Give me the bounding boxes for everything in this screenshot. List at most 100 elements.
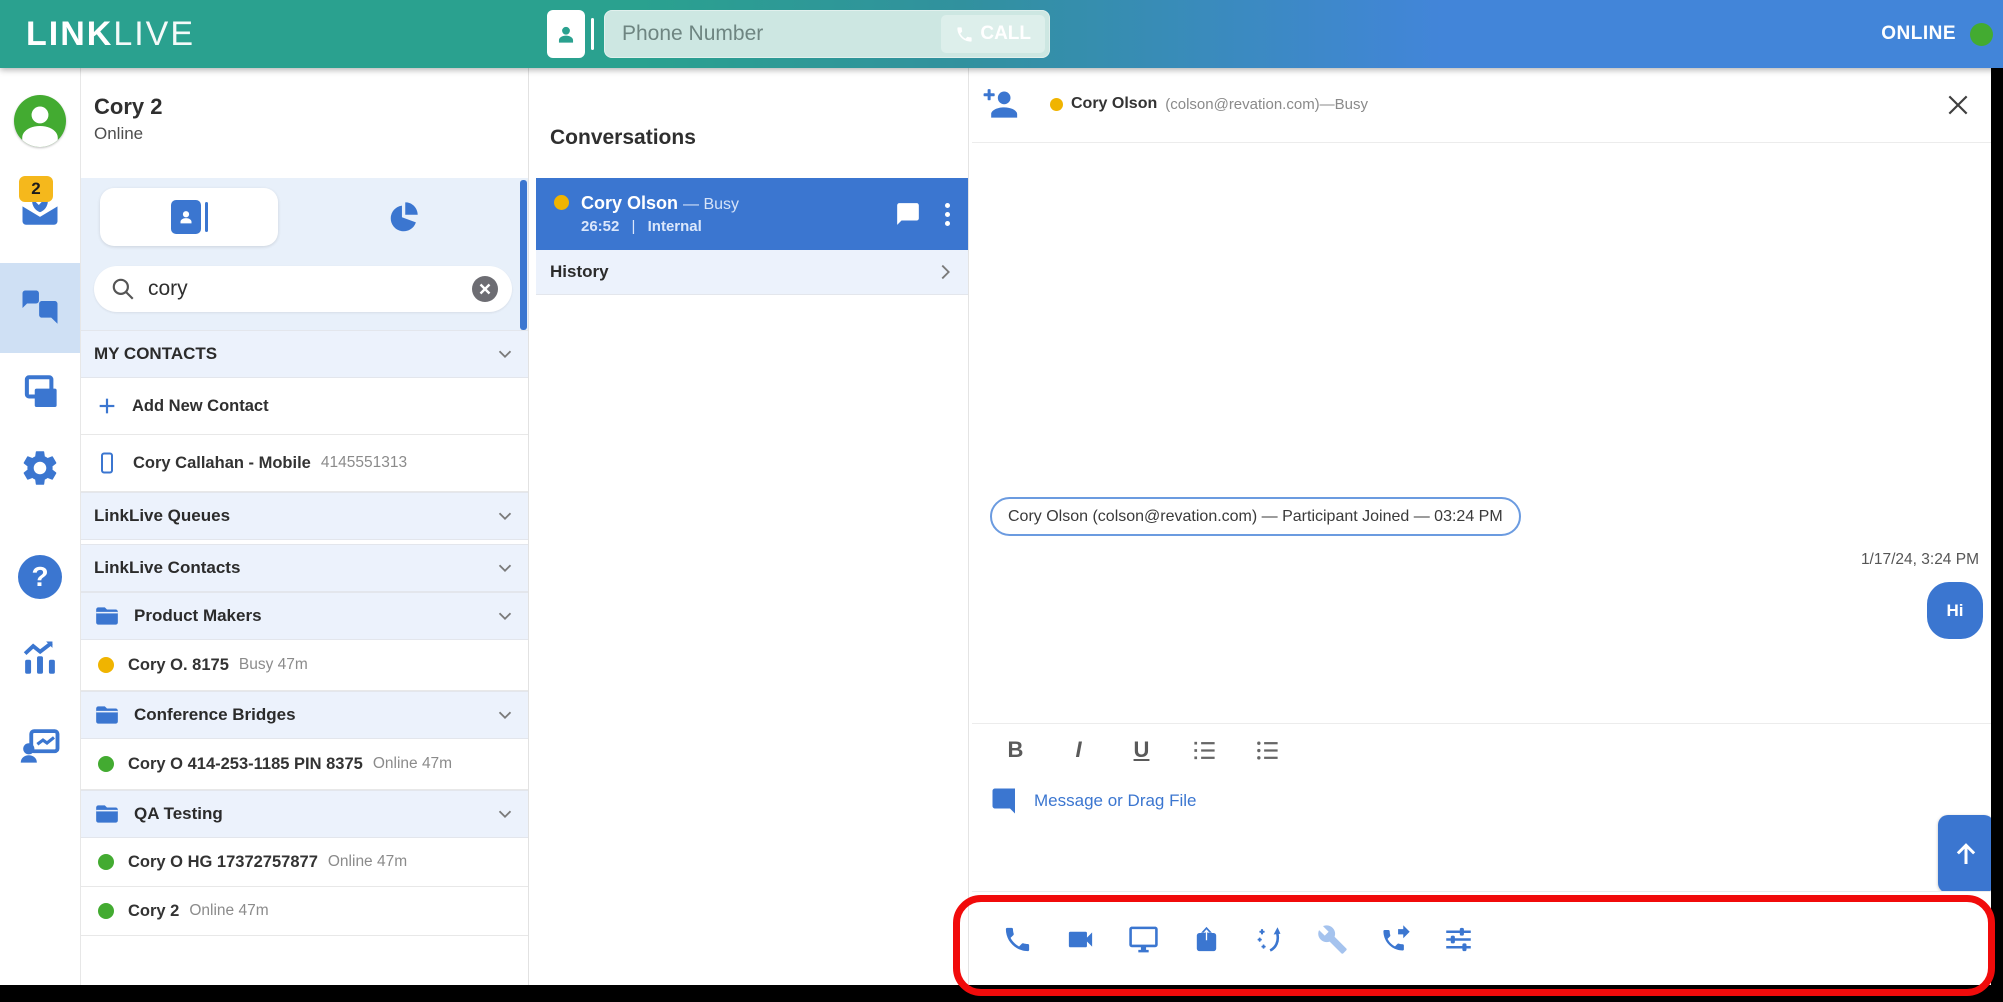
underline-label: U: [1134, 737, 1150, 763]
group-label: Conference Bridges: [134, 705, 296, 725]
linklive-logo: LINKLIVE: [26, 15, 195, 54]
current-user-status: Online: [80, 120, 528, 144]
inbox-badge: 2: [19, 176, 53, 202]
underline-button[interactable]: U: [1110, 730, 1173, 770]
nav-inbox-button[interactable]: 2: [0, 188, 80, 230]
chat-header: Cory Olson (colson@revation.com)—Busy: [972, 68, 1991, 143]
nav-help-button[interactable]: ?: [0, 555, 80, 599]
online-status-dot: [1970, 23, 1993, 46]
contact-card-icon: [553, 21, 579, 47]
participant-name: Cory Olson: [1071, 95, 1157, 113]
conversations-panel: Conversations Cory Olson — Busy 26:52 | …: [536, 68, 969, 985]
online-status-dot: [98, 756, 114, 772]
contacts-search-row: [80, 256, 528, 330]
my-profile-button[interactable]: [0, 95, 80, 147]
chat-participant: Cory Olson (colson@revation.com)—Busy: [1050, 95, 1368, 113]
busy-status-dot: [1050, 98, 1063, 111]
search-input[interactable]: [146, 276, 472, 302]
message-timestamp: 1/17/24, 3:24 PM: [1861, 551, 1979, 569]
tab-contacts[interactable]: [100, 188, 278, 246]
folder-icon: [94, 702, 120, 728]
contact-row-cory-o-hg[interactable]: Cory O HG 17372757877 Online 47m: [80, 838, 528, 887]
gear-icon: [19, 447, 61, 489]
folder-icon: [94, 603, 120, 629]
conversation-presence: — Busy: [683, 196, 739, 213]
contacts-panel: Cory 2 Online: [80, 68, 529, 985]
history-row[interactable]: History: [536, 250, 968, 295]
group-label: QA Testing: [134, 804, 223, 824]
search-icon: [110, 276, 136, 302]
ordered-list-button[interactable]: [1173, 730, 1236, 770]
contact-row-cory-callahan[interactable]: Cory Callahan - Mobile 4145551313: [80, 435, 528, 492]
participant-detail: (colson@revation.com)—Busy: [1165, 96, 1368, 113]
conversations-header: Conversations: [536, 68, 968, 178]
section-linklive-contacts[interactable]: LinkLive Contacts: [80, 544, 528, 592]
format-toolbar: B I U: [984, 730, 1299, 770]
add-new-contact-button[interactable]: Add New Contact: [80, 378, 528, 435]
nav-analytics-button[interactable]: [0, 637, 80, 679]
section-linklive-queues[interactable]: LinkLive Queues: [80, 492, 528, 540]
chat-bubble-icon[interactable]: [895, 201, 921, 227]
group-qa-testing[interactable]: QA Testing: [80, 790, 528, 838]
contact-card-button[interactable]: [547, 10, 585, 58]
presence-status[interactable]: ONLINE: [1881, 0, 1993, 68]
online-status-dot: [98, 903, 114, 919]
group-product-makers[interactable]: Product Makers: [80, 592, 528, 640]
bullet-list-button[interactable]: [1236, 730, 1299, 770]
mobile-phone-icon: [95, 451, 119, 475]
contact-row-cory-o-bridge[interactable]: Cory O 414-253-1185 PIN 8375 Online 47m: [80, 739, 528, 790]
inbox-wrap: 2: [19, 188, 61, 230]
clear-search-button[interactable]: [472, 276, 498, 302]
contact-status: Online 47m: [189, 902, 268, 920]
nav-windows-button[interactable]: [0, 372, 80, 414]
folder-icon: [94, 801, 120, 827]
close-icon: [479, 283, 491, 295]
conversations-title: Conversations: [550, 126, 696, 150]
chevron-down-icon: [494, 803, 516, 825]
windows-icon: [19, 372, 61, 414]
current-user-name: Cory 2: [80, 68, 528, 120]
contact-row-cory-o-8175[interactable]: Cory O. 8175 Busy 47m: [80, 640, 528, 691]
nav-conversations-button[interactable]: [0, 263, 80, 353]
close-chat-button[interactable]: [1945, 92, 1971, 118]
nav-settings-button[interactable]: [0, 447, 80, 489]
help-icon: ?: [18, 555, 62, 599]
contact-name: Cory O HG 17372757877: [128, 853, 318, 872]
nav-supervisor-button[interactable]: [0, 725, 80, 767]
phone-number-input[interactable]: [620, 13, 924, 55]
contact-row-cory-2[interactable]: Cory 2 Online 47m: [80, 887, 528, 936]
message-input-area[interactable]: Message or Drag File: [990, 786, 1197, 816]
section-label: LinkLive Contacts: [94, 558, 240, 578]
tab-queues[interactable]: [278, 199, 528, 235]
dialer-bar: CALL: [547, 10, 1050, 58]
message-placeholder: Message or Drag File: [1034, 791, 1197, 811]
contact-status: Busy 47m: [239, 656, 308, 674]
contacts-scrollbar[interactable]: [520, 180, 527, 330]
more-options-icon[interactable]: [941, 199, 954, 230]
busy-status-dot: [554, 195, 569, 210]
phone-number-field-wrap: CALL: [604, 10, 1050, 58]
history-label: History: [550, 262, 609, 282]
add-person-icon[interactable]: [982, 86, 1020, 124]
contact-name: Cory 2: [128, 902, 179, 921]
group-conference-bridges[interactable]: Conference Bridges: [80, 691, 528, 739]
chat-bubbles-icon: [19, 287, 61, 329]
call-button[interactable]: CALL: [941, 15, 1045, 53]
close-icon: [1945, 92, 1971, 118]
logo-bold-part: LINK: [26, 15, 113, 53]
italic-button[interactable]: I: [1047, 730, 1110, 770]
group-label: Product Makers: [134, 606, 262, 626]
send-button[interactable]: [1938, 815, 1994, 893]
screen-edge-right: [1991, 68, 2003, 1002]
help-glyph: ?: [31, 561, 48, 593]
contact-status: Online 47m: [373, 755, 452, 773]
message-bubble-icon: [990, 786, 1020, 816]
conversation-item-active[interactable]: Cory Olson — Busy 26:52 | Internal: [536, 178, 968, 250]
chevron-down-icon: [494, 557, 516, 579]
call-button-label: CALL: [980, 23, 1031, 45]
system-message-pill: Cory Olson (colson@revation.com) — Parti…: [990, 497, 1521, 536]
bold-button[interactable]: B: [984, 730, 1047, 770]
annotation-red-box: [953, 895, 1995, 996]
chevron-down-icon: [494, 505, 516, 527]
section-my-contacts[interactable]: MY CONTACTS: [80, 330, 528, 378]
